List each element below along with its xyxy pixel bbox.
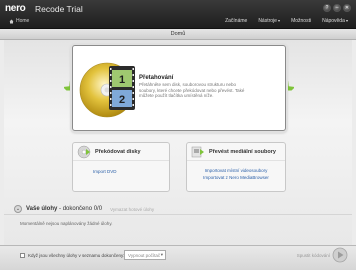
disc-number-2: 2: [119, 94, 125, 106]
convert-media-title: Převést mediální soubory: [209, 148, 276, 155]
clear-finished-tasks-link[interactable]: Vymazat hotové úlohy: [110, 207, 154, 212]
start-encoding-button[interactable]: [332, 247, 348, 263]
disc-film-icon: 1 2: [79, 62, 135, 118]
recode-discs-card: Překódovat disky Import DVD: [72, 142, 170, 192]
disc-icon: [77, 145, 91, 158]
tasks-title-bold: Vaše úlohy: [26, 206, 58, 212]
import-local-videos-link[interactable]: Importovat místní videosoubory: [187, 168, 285, 173]
menu-getting-started[interactable]: Začínáme: [225, 18, 247, 24]
top-menu: Začínáme Nástroje Možnosti Nápověda: [225, 18, 348, 24]
tab-home[interactable]: Domů: [0, 31, 356, 37]
menu-help[interactable]: Nápověda: [322, 18, 348, 24]
menu-options[interactable]: Možnosti: [291, 18, 311, 24]
media-files-icon: [191, 146, 204, 157]
app-title: Recode Trial: [35, 4, 83, 14]
home-label: Home: [16, 18, 30, 24]
drag-drop-description: Přetáhněte sem disk, souborovou struktur…: [139, 82, 245, 98]
convert-media-card: Převést mediální soubory Importovat míst…: [186, 142, 286, 192]
tasks-header: ⌄ Vaše úlohy - dokončeno 0/0 Vymazat hot…: [14, 205, 154, 213]
help-button[interactable]: ?: [323, 4, 331, 12]
tasks-count: - dokončeno 0/0: [57, 206, 103, 212]
when-done-select[interactable]: Vypnout počítač: [124, 250, 166, 260]
drag-drop-area[interactable]: 1 2 Přetahování Přetáhněte sem disk, sou…: [72, 45, 286, 131]
start-encoding-label: Spustit kódování: [296, 253, 330, 258]
bottom-bar: Když jsou všechny úlohy v seznamu dokonč…: [0, 245, 356, 270]
convert-media-header[interactable]: Převést mediální soubory: [187, 143, 285, 161]
import-dvd-link[interactable]: Import DVD: [93, 169, 169, 174]
collapse-tasks-button[interactable]: ⌄: [14, 205, 22, 213]
tasks-status: Momentálně nejsou naplánovány žádné úloh…: [20, 221, 113, 226]
tasks-divider: [4, 214, 352, 215]
recode-discs-header[interactable]: Překódovat disky: [73, 143, 169, 161]
disc-number-1: 1: [119, 74, 125, 86]
window-controls: ? – ✕: [323, 4, 351, 12]
drag-drop-title: Přetahování: [139, 75, 174, 81]
title-bar: nero Recode Trial Home Začínáme Nástroje…: [0, 0, 356, 29]
minimize-button[interactable]: –: [333, 4, 341, 12]
when-done-label: Když jsou všechny úlohy v seznamu dokonč…: [28, 253, 125, 258]
when-done-checkbox[interactable]: [20, 253, 25, 258]
home-icon: [9, 19, 14, 23]
home-link[interactable]: Home: [9, 18, 29, 24]
import-mediabrowser-link[interactable]: Importovat z Nero MediaBrowser: [187, 175, 285, 180]
recode-discs-title: Překódovat disky: [95, 148, 141, 155]
tasks-title: Vaše úlohy - dokončeno 0/0: [26, 206, 102, 212]
close-button[interactable]: ✕: [343, 4, 351, 12]
menu-tools[interactable]: Nástroje: [258, 18, 280, 24]
nero-logo: nero: [5, 3, 26, 14]
tab-bar: Domů: [0, 29, 356, 40]
